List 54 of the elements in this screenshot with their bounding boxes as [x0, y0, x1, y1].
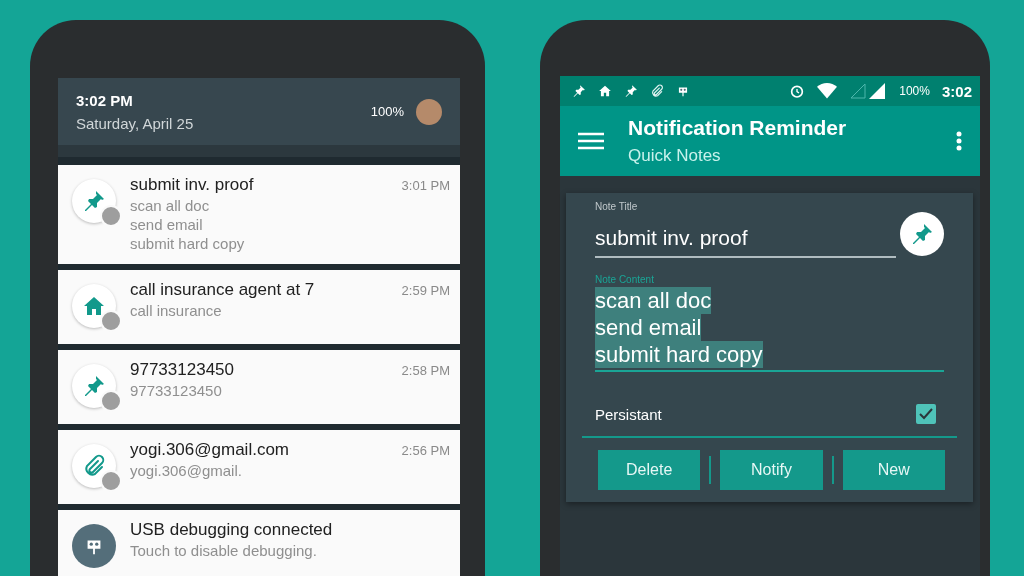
- notification-time: 2:58 PM: [401, 363, 450, 378]
- notification-card[interactable]: 97733123450 2:58 PM 97733123450: [58, 350, 460, 424]
- more-options-icon[interactable]: [956, 131, 962, 151]
- pushpin-icon: [572, 84, 586, 98]
- notification-card[interactable]: submit inv. proof 3:01 PM scan all doc send email submit hard copy: [58, 165, 460, 264]
- date-text: Saturday, April 25: [76, 114, 195, 132]
- avatar-icon[interactable]: [416, 98, 442, 125]
- notification-time: 3:01 PM: [401, 178, 450, 193]
- notification-time: 2:59 PM: [401, 283, 450, 298]
- alarm-icon: [789, 83, 806, 99]
- notification-text: scan all doc: [130, 197, 211, 214]
- pushpin-icon: [624, 84, 638, 98]
- menu-icon[interactable]: [578, 132, 604, 150]
- notification-title: submit inv. proof: [130, 175, 254, 195]
- badge-icon: [100, 470, 122, 492]
- pushpin-icon: [82, 374, 106, 398]
- battery-level: 100%: [899, 84, 930, 98]
- pushpin-icon: [82, 189, 106, 213]
- app-subtitle: Quick Notes: [628, 146, 722, 166]
- persistent-label: Persistant: [595, 405, 662, 423]
- notification-title: call insurance agent at 7: [130, 280, 315, 300]
- pushpin-icon: [910, 222, 934, 246]
- clock-time: 3:02: [941, 82, 972, 100]
- notification-text: yogi.306@gmail.: [130, 462, 243, 479]
- notification-text: 97733123450: [130, 382, 223, 399]
- pin-button[interactable]: [900, 212, 944, 256]
- notification-title: 97733123450: [130, 360, 234, 380]
- content-input-field[interactable]: scan all doc send email submit hard copy: [595, 287, 944, 372]
- notification-card[interactable]: USB debugging connected Touch to disable debugging.: [58, 510, 460, 576]
- app-title: Notification Reminder: [628, 116, 848, 140]
- home-icon: [82, 294, 106, 318]
- notification-card[interactable]: call insurance agent at 7 2:59 PM call insurance: [58, 270, 460, 344]
- badge-icon: [100, 310, 122, 332]
- notification-title: USB debugging connected: [130, 520, 333, 540]
- badge-icon: [100, 205, 122, 227]
- home-icon: [598, 84, 612, 98]
- title-input-field[interactable]: submit inv. proof: [595, 222, 896, 258]
- wifi-icon: [817, 83, 838, 99]
- notification-title: yogi.306@gmail.com: [130, 440, 289, 460]
- field-label: Note Content: [595, 274, 655, 285]
- notification-card[interactable]: yogi.306@gmail.com 2:56 PM yogi.306@gmail.: [58, 430, 460, 504]
- paperclip-icon: [650, 84, 664, 98]
- notification-text: call insurance: [130, 302, 223, 319]
- badge-icon: [100, 390, 122, 412]
- notification-text: send email: [130, 216, 204, 233]
- persistent-checkbox[interactable]: [916, 404, 936, 424]
- clock-time: 3:02 PM: [76, 91, 134, 109]
- signal-icon: [849, 83, 888, 99]
- field-label: Note Title: [595, 201, 639, 212]
- notification-time: 2:56 PM: [401, 443, 450, 458]
- paperclip-icon: [82, 454, 106, 478]
- notification-text: submit hard copy: [130, 235, 246, 252]
- notification-text: Touch to disable debugging.: [130, 542, 318, 559]
- battery-level: 100%: [370, 104, 404, 119]
